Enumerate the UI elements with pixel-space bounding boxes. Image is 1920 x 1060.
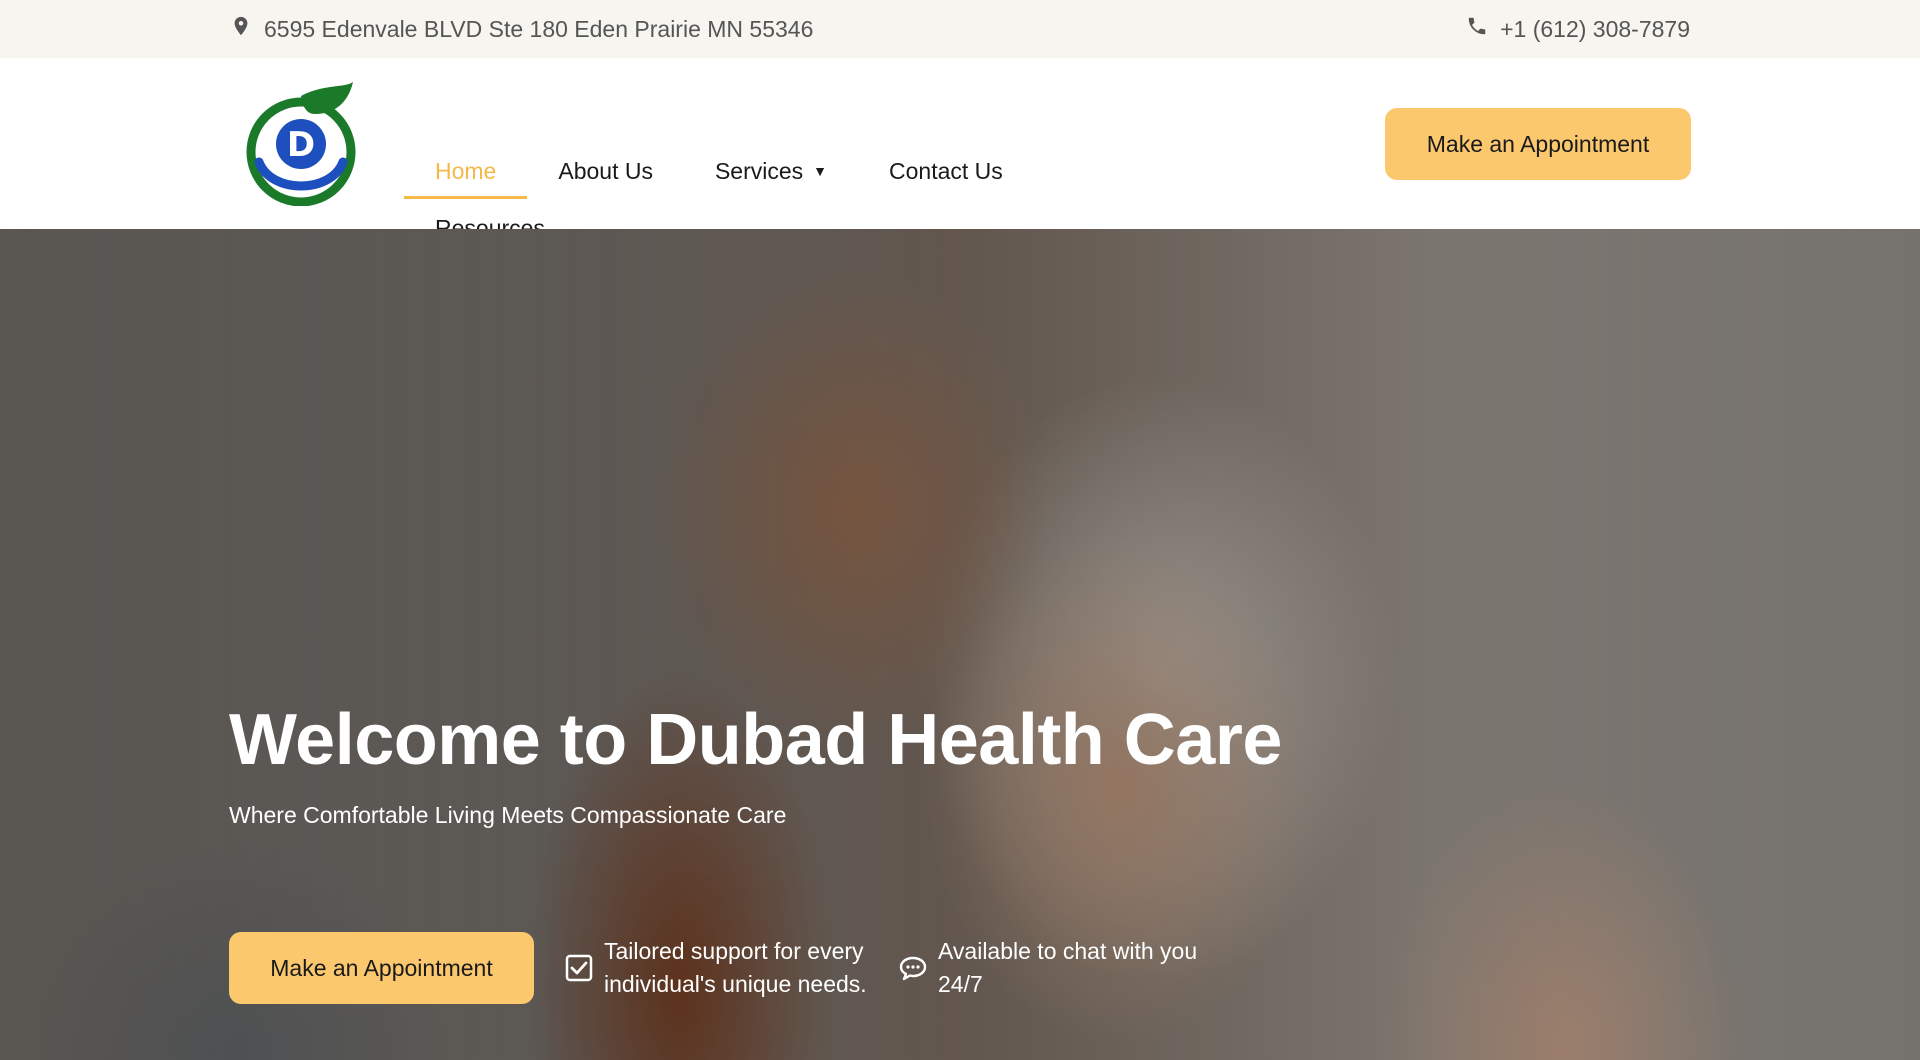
feature-tailored-support: Tailored support for every individual's … (564, 935, 894, 1001)
chevron-down-icon: ▼ (813, 163, 828, 179)
nav-item-label: About Us (558, 158, 653, 184)
nav-item-label: Contact Us (889, 158, 1003, 184)
feature-text: Available to chat with you 24/7 (938, 938, 1198, 997)
phone-info[interactable]: +1 (612) 308-7879 (1466, 15, 1690, 43)
phone-text[interactable]: +1 (612) 308-7879 (1500, 16, 1690, 43)
checkbox-icon (564, 935, 604, 992)
header-appointment-button[interactable]: Make an Appointment (1385, 108, 1691, 180)
nav-item-label: Home (435, 158, 497, 184)
hero-title: Welcome to Dubad Health Care (229, 700, 1282, 780)
site-header: D Home About Us Services ▼ Contact Us Res… (0, 58, 1920, 241)
hero-actions: Make an Appointment Tailored support for… (229, 932, 1228, 1004)
hero-appointment-button[interactable]: Make an Appointment (229, 932, 534, 1004)
chat-bubble-icon (898, 935, 938, 992)
address-text: 6595 Edenvale BLVD Ste 180 Eden Prairie … (264, 15, 814, 42)
nav-item-label: Services (714, 158, 804, 184)
phone-icon (1466, 15, 1488, 43)
nav-item-home[interactable]: Home (404, 138, 528, 199)
feature-chat-availability: Available to chat with you 24/7 (898, 935, 1228, 1001)
feature-text: Tailored support for every individual's … (604, 938, 867, 997)
nav-item-contact-us[interactable]: Contact Us (858, 138, 1034, 199)
map-pin-icon (230, 15, 252, 43)
svg-text:D: D (287, 125, 315, 165)
address-info: 6595 Edenvale BLVD Ste 180 Eden Prairie … (230, 15, 813, 43)
nav-item-about-us[interactable]: About Us (527, 138, 684, 199)
nav-item-services[interactable]: Services ▼ (684, 138, 858, 199)
hero-subtitle: Where Comfortable Living Meets Compassio… (229, 802, 787, 828)
brand-logo[interactable]: D (245, 82, 357, 207)
top-info-bar: 6595 Edenvale BLVD Ste 180 Eden Prairie … (0, 0, 1920, 58)
hero-section: Welcome to Dubad Health Care Where Comfo… (0, 229, 1920, 1060)
hero-content: Welcome to Dubad Health Care Where Comfo… (229, 229, 1920, 1060)
